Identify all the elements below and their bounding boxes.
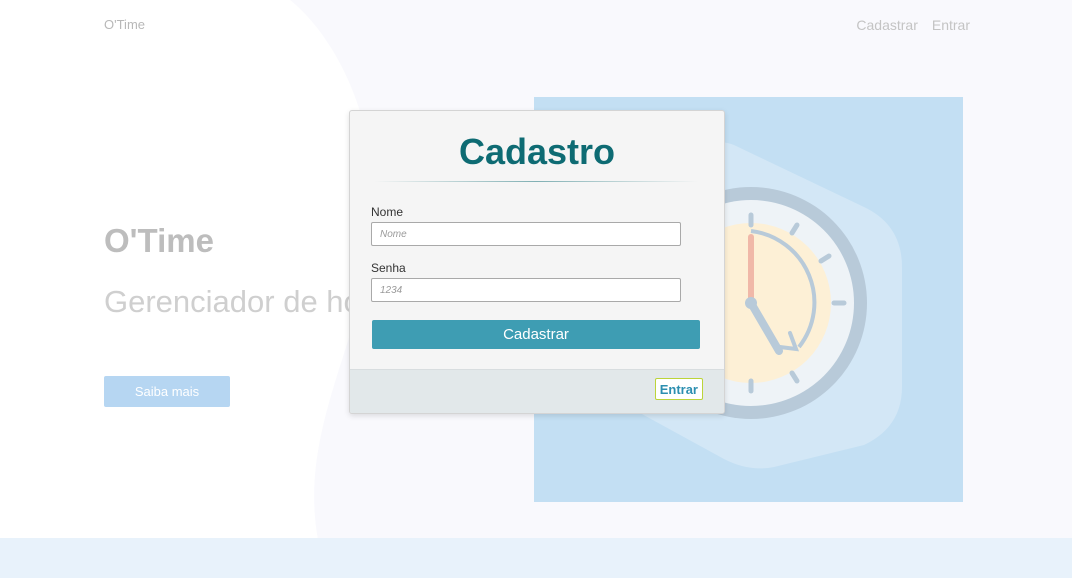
modal-title: Cadastro [458,131,616,172]
learn-more-button[interactable]: Saiba mais [104,376,230,407]
register-modal: Cadastro Nome Senha Cadastrar Entrar [349,110,725,414]
modal-divider [374,181,698,182]
password-label: Senha [371,261,406,275]
name-label: Nome [371,205,404,219]
password-input[interactable] [371,278,681,302]
footer-band [0,538,1072,578]
nav-links: Cadastrar Entrar [856,17,970,33]
login-button[interactable]: Entrar [654,378,703,400]
hero-subtitle: Gerenciador de horários escolares [104,284,354,319]
modal-footer: Entrar [350,369,724,413]
nav-brand[interactable]: O'Time [104,17,145,32]
nav-link-register[interactable]: Cadastrar [856,17,917,33]
page: O'Time Cadastrar Entrar O'Time Gerenciad… [0,0,1072,578]
hero-title: O'Time [104,222,214,259]
nav-link-login[interactable]: Entrar [932,17,970,33]
register-submit-button[interactable]: Cadastrar [372,320,700,349]
name-input[interactable] [371,222,681,246]
